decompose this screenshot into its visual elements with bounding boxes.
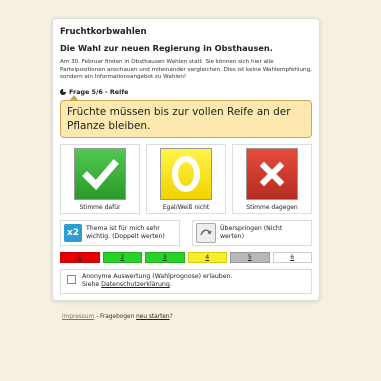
consent-checkbox[interactable] [67,274,76,284]
restart-link[interactable]: neu starten [136,314,170,320]
weighting-options: x2 Thema ist für mich sehr wichtig. (Dop… [60,219,312,246]
agree-label: Stimme dafür [79,203,121,211]
consent-text: Anonyme Auswertung (Wahlprognose) erlaub… [82,272,233,280]
consent-box: Anonyme Auswertung (Wahlprognose) erlaub… [60,268,312,294]
consent-link-prefix: Siehe [82,281,100,289]
progress-pie-icon [60,88,66,95]
app-title: Fruchtkorbwahlen [60,27,147,37]
consent-link-suffix: . [169,281,172,289]
consent-text-block: Anonyme Auswertung (Wahlprognose) erlaub… [82,273,232,290]
step-5[interactable]: 5 [230,251,270,263]
footer-separator: - Fragebogen [96,314,135,320]
double-weight-label: Thema ist für mich sehr wichtig. (Doppel… [86,224,165,240]
neutral-label: Egal/Weiß nicht [162,203,210,211]
question-text: Früchte müssen bis zur vollen Reife an d… [67,105,291,132]
agree-button[interactable]: Stimme dafür [60,143,140,214]
footer-suffix: ? [169,314,173,320]
skip-icon [196,222,216,243]
circle-icon [160,147,212,200]
footer: Impressum - Fragebogen neu starten? [62,314,173,320]
step-3[interactable]: 3 [145,251,185,263]
disagree-label: Stimme dagegen [246,203,298,211]
skip-label: Überspringen (Nicht werten) [220,224,283,240]
question-counter: Frage 5/6 - Reife [60,88,312,96]
answer-buttons: Stimme dafür Egal/Weiß nicht Stimme dage… [60,143,312,214]
double-weight-option[interactable]: x2 Thema ist für mich sehr wichtig. (Dop… [60,219,180,246]
impressum-link[interactable]: Impressum [62,314,94,320]
check-icon [74,147,126,200]
step-2[interactable]: 2 [102,251,142,263]
x2-icon: x2 [64,223,82,242]
questionnaire-card: Fruchtkorbwahlen Die Wahl zur neuen Regi… [52,18,320,301]
step-1[interactable]: 1 [60,251,100,263]
headline: Die Wahl zur neuen Regierung in Obsthaus… [60,43,273,53]
question-bubble: Früchte müssen bis zur vollen Reife an d… [60,94,312,138]
privacy-link[interactable]: Datenschutzerklärung [101,281,170,288]
intro-text: Am 30. Februar finden in Obsthausen Wahl… [60,59,312,81]
step-6[interactable]: 6 [272,251,312,263]
consent-link-line: Siehe Datenschutzerklärung. [82,281,232,289]
step-4[interactable]: 4 [187,251,227,263]
neutral-button[interactable]: Egal/Weiß nicht [146,143,226,214]
disagree-button[interactable]: Stimme dagegen [232,143,312,214]
skip-option[interactable]: Überspringen (Nicht werten) [192,219,312,246]
progress-steps: 1 2 3 4 5 6 [60,251,312,263]
x-icon [246,147,298,200]
